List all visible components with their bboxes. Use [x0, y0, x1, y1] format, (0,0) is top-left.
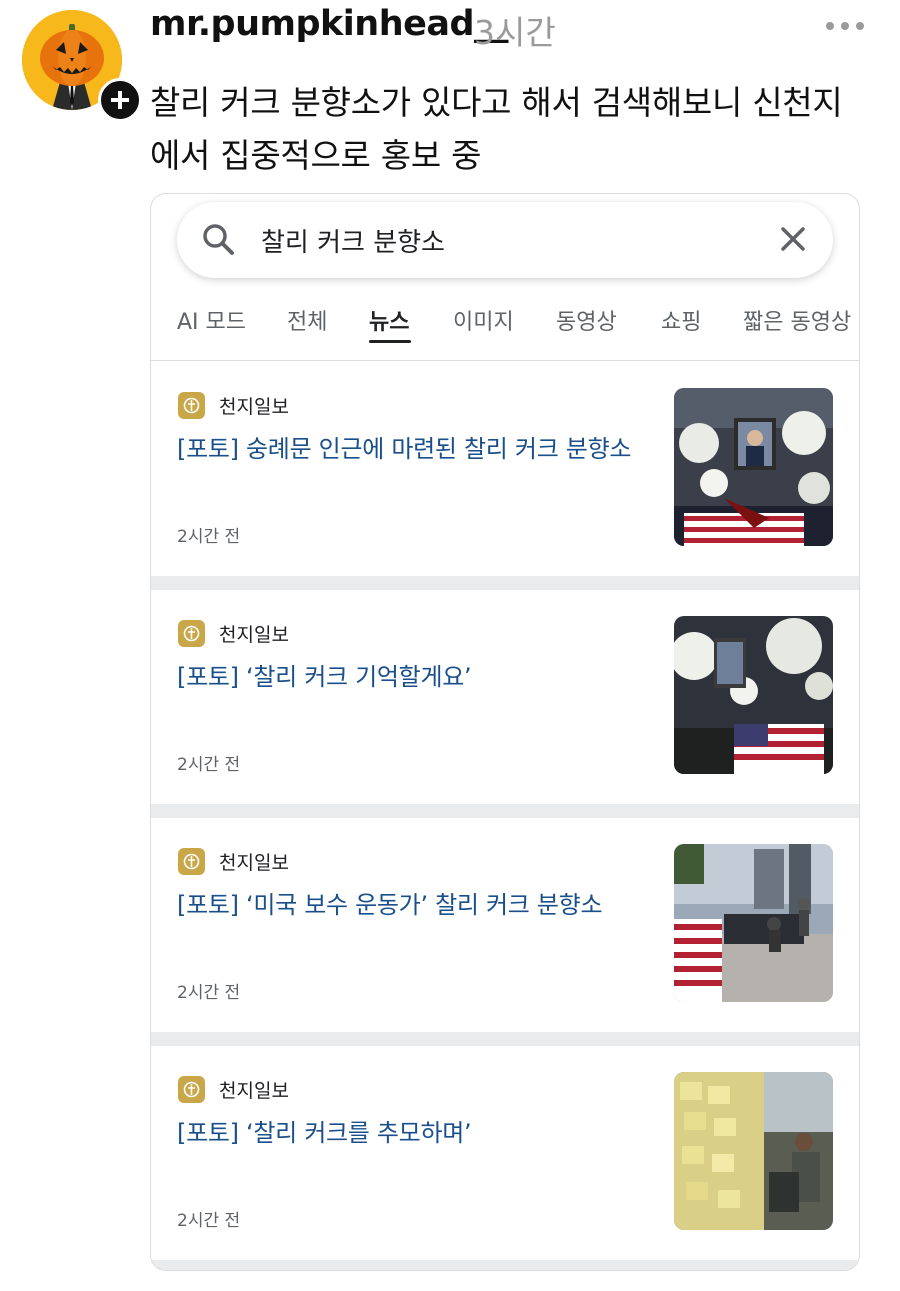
tab-news[interactable]: 뉴스 — [369, 304, 409, 336]
source-name: 천지일보 — [219, 624, 289, 646]
tab-ai-mode[interactable]: AI 모드 — [177, 304, 246, 336]
search-screenshot-card[interactable]: 찰리 커크 분향소 AI 모드 전체 뉴스 이미지 동영상 쇼핑 짧은 동영상 … — [150, 193, 860, 1271]
result-time: 2시간 전 — [177, 983, 241, 1003]
more-options-icon[interactable] — [826, 22, 864, 30]
tab-all[interactable]: 전체 — [287, 304, 327, 336]
source-logo-icon — [178, 1076, 205, 1103]
tab-shopping[interactable]: 쇼핑 — [661, 304, 701, 336]
news-thumbnail[interactable] — [674, 388, 833, 546]
post-timestamp: 3시간 — [474, 13, 556, 52]
close-icon[interactable] — [779, 225, 807, 253]
result-separator — [151, 804, 859, 818]
post-text: 찰리 커크 분향소가 있다고 해서 검색해보니 신천지에서 집중적으로 홍보 중 — [150, 83, 843, 175]
search-input[interactable]: 찰리 커크 분향소 — [261, 222, 445, 259]
source-name: 천지일보 — [219, 852, 289, 874]
source-name: 천지일보 — [219, 1080, 289, 1102]
tab-images[interactable]: 이미지 — [453, 304, 514, 336]
news-headline-link[interactable]: [포토] 숭례문 인근에 마련된 찰리 커크 분향소 — [177, 432, 647, 467]
active-tab-indicator — [369, 340, 411, 343]
result-separator — [151, 576, 859, 590]
news-thumbnail[interactable] — [674, 844, 833, 1002]
result-time: 2시간 전 — [177, 1211, 241, 1231]
news-headline-link[interactable]: [포토] ‘미국 보수 운동가’ 찰리 커크 분향소 — [177, 888, 647, 923]
news-headline-link[interactable]: [포토] ‘찰리 커크를 추모하며’ — [177, 1116, 647, 1151]
result-separator — [151, 1260, 859, 1270]
source-name: 천지일보 — [219, 396, 289, 418]
result-time: 2시간 전 — [177, 755, 241, 775]
source-logo-icon — [178, 392, 205, 419]
source-logo-icon — [178, 620, 205, 647]
news-thumbnail[interactable] — [674, 616, 833, 774]
news-headline-link[interactable]: [포토] ‘찰리 커크 기억할게요’ — [177, 660, 647, 695]
news-result[interactable]: 천지일보 [포토] ‘미국 보수 운동가’ 찰리 커크 분향소 2시간 전 — [151, 818, 859, 1032]
news-result[interactable]: 천지일보 [포토] ‘찰리 커크를 추모하며’ 2시간 전 — [151, 1046, 859, 1260]
follow-button[interactable] — [98, 78, 142, 122]
tab-short-videos[interactable]: 짧은 동영상 — [743, 304, 851, 336]
news-result[interactable]: 천지일보 [포토] 숭례문 인근에 마련된 찰리 커크 분향소 2시간 전 — [151, 362, 859, 576]
result-time: 2시간 전 — [177, 527, 241, 547]
result-separator — [151, 1032, 859, 1046]
plus-icon — [111, 91, 129, 109]
search-bar[interactable]: 찰리 커크 분향소 — [177, 202, 833, 278]
post-username[interactable]: mr.pumpkinhead__ — [150, 4, 509, 44]
search-tabs: AI 모드 전체 뉴스 이미지 동영상 쇼핑 짧은 동영상 — [151, 294, 859, 361]
avatar-container[interactable] — [22, 10, 142, 122]
search-icon[interactable] — [201, 222, 235, 256]
source-logo-icon — [178, 848, 205, 875]
news-thumbnail[interactable] — [674, 1072, 833, 1230]
news-result[interactable]: 천지일보 [포토] ‘찰리 커크 기억할게요’ 2시간 전 — [151, 590, 859, 804]
tab-videos[interactable]: 동영상 — [556, 304, 617, 336]
